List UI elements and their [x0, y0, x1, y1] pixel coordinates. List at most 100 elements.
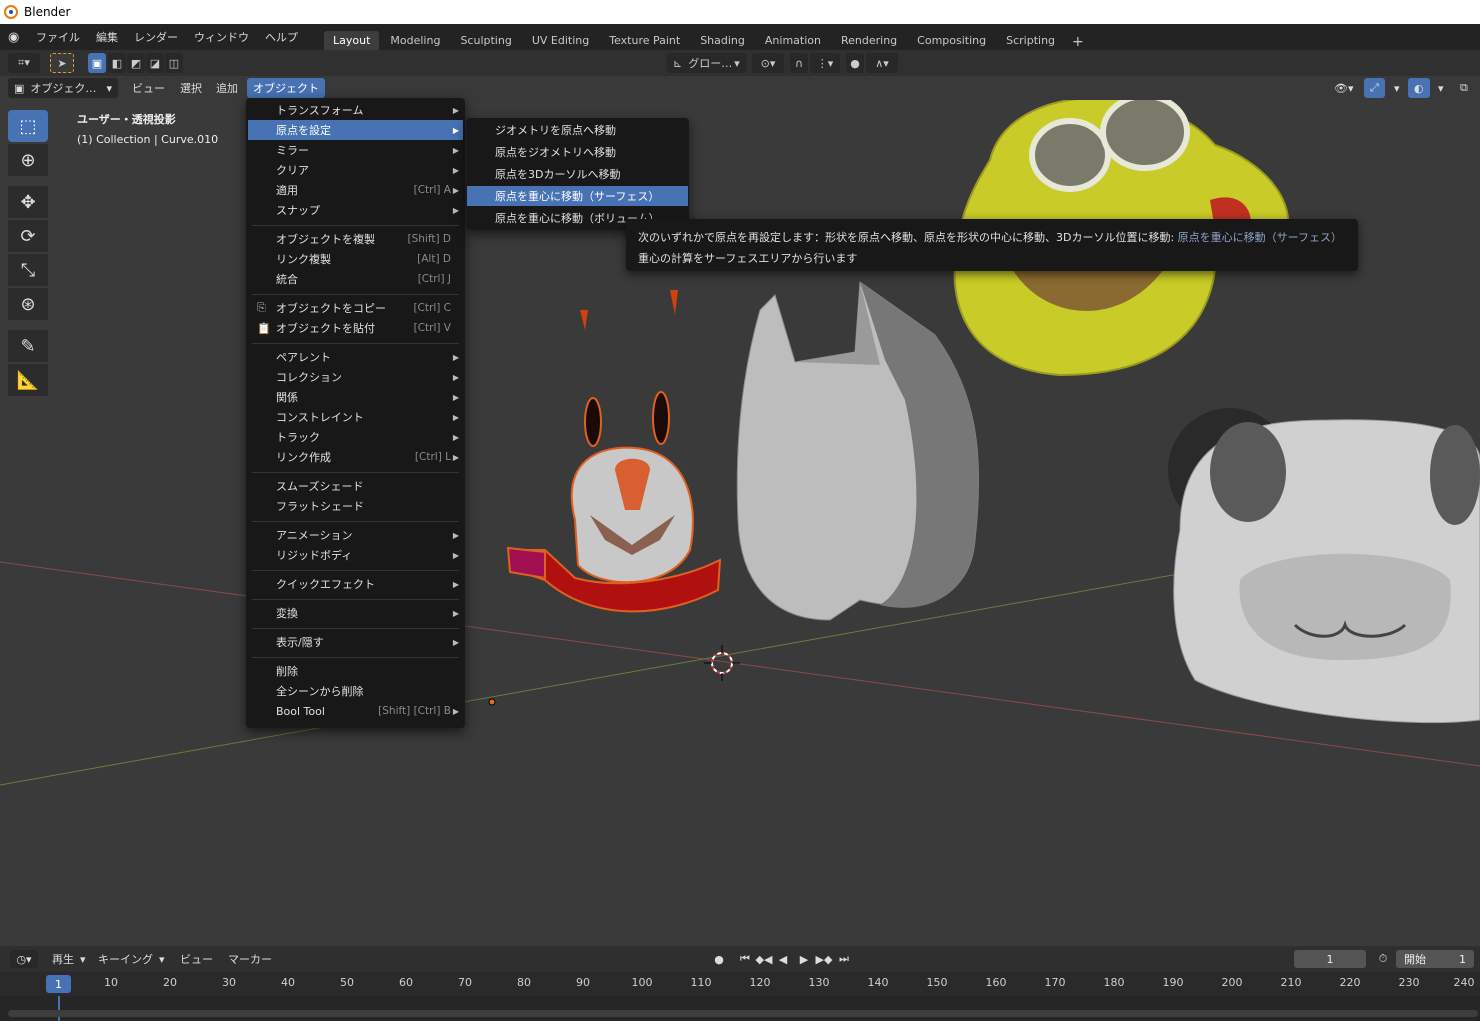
tool-move[interactable]: ✥ — [8, 186, 48, 218]
menu-item-animation[interactable]: アニメーション ▶ — [248, 525, 463, 545]
menu-item-mirror[interactable]: ミラー ▶ — [248, 140, 463, 160]
menu-item-delete[interactable]: 削除 — [248, 661, 463, 681]
menu-item-show-hide[interactable]: 表示/隠す ▶ — [248, 632, 463, 652]
snap-toggle[interactable]: ∩ — [790, 53, 808, 73]
timeline-scrollbar[interactable] — [8, 1010, 1478, 1017]
proportional-falloff-dropdown[interactable]: ∧▾ — [866, 53, 898, 73]
tab-compositing[interactable]: Compositing — [908, 31, 995, 50]
timeline-body[interactable] — [0, 996, 1480, 1021]
menu-item-join[interactable]: 統合 [Ctrl] J — [248, 269, 463, 289]
tab-shading[interactable]: Shading — [691, 31, 754, 50]
tool-scale[interactable]: ⤡ — [8, 254, 48, 286]
menu-keying[interactable]: キーイング ▾ — [92, 949, 171, 969]
menu-item-clear[interactable]: クリア ▶ — [248, 160, 463, 180]
menu-item-transform[interactable]: トランスフォーム ▶ — [248, 100, 463, 120]
tab-layout[interactable]: Layout — [324, 31, 380, 50]
tab-animation[interactable]: Animation — [756, 31, 830, 50]
pivot-point-dropdown[interactable]: ⊙▾ — [752, 53, 784, 73]
jump-end-button[interactable]: ⏭ — [835, 950, 853, 968]
select-mode-invert[interactable]: ◪ — [146, 53, 164, 73]
proportional-edit-toggle[interactable]: ● — [846, 53, 864, 73]
menu-window[interactable]: ウィンドウ — [186, 29, 257, 45]
menu-item-track[interactable]: トラック ▶ — [248, 427, 463, 447]
menu-view[interactable]: ビュー — [126, 78, 171, 98]
menu-add[interactable]: 追加 — [210, 78, 244, 98]
menu-timeline-view[interactable]: ビュー — [174, 949, 219, 969]
blender-menu-icon[interactable]: ◉ — [8, 30, 28, 45]
menu-item-apply[interactable]: 適用 [Ctrl] A ▶ — [248, 180, 463, 200]
menu-edit[interactable]: 編集 — [88, 29, 126, 45]
menu-select[interactable]: 選択 — [174, 78, 208, 98]
next-keyframe-button[interactable]: ▶◆ — [815, 950, 833, 968]
white-cat-object[interactable] — [736, 281, 980, 621]
select-mode-new[interactable]: ▣ — [88, 53, 106, 73]
tab-rendering[interactable]: Rendering — [832, 31, 906, 50]
tool-measure[interactable]: 📐 — [8, 364, 48, 396]
gizmo-toggle[interactable]: ⤢ — [1364, 78, 1385, 98]
rabbit-object[interactable] — [506, 290, 722, 613]
mode-dropdown[interactable]: ▣ オブジェク… ▾ — [8, 78, 118, 98]
menu-item-copy-objects[interactable]: ⎘ オブジェクトをコピー [Ctrl] C — [248, 298, 463, 318]
menu-item-delete-globally[interactable]: 全シーンから削除 — [248, 681, 463, 701]
menu-item-paste-objects[interactable]: 📋 オブジェクトを貼付 [Ctrl] V — [248, 318, 463, 338]
visibility-dropdown[interactable]: 👁▾ — [1328, 78, 1360, 98]
timeline-editor-type[interactable]: ◷▾ — [10, 950, 38, 968]
tab-sculpting[interactable]: Sculpting — [451, 31, 520, 50]
menu-object[interactable]: オブジェクト — [247, 78, 325, 98]
tool-cursor[interactable]: ⊕ — [8, 144, 48, 176]
jump-start-button[interactable]: ⏮ — [736, 950, 754, 968]
menu-item-shade-flat[interactable]: フラットシェード — [248, 496, 463, 516]
menu-item-convert[interactable]: 変換 ▶ — [248, 603, 463, 623]
tool-select-box[interactable]: ⬚ — [8, 110, 48, 142]
select-mode-subtract[interactable]: ◩ — [127, 53, 145, 73]
current-frame-field[interactable]: 1 — [1294, 950, 1366, 968]
play-reverse-button[interactable]: ◀ — [774, 950, 792, 968]
submenu-geometry-to-origin[interactable]: ジオメトリを原点へ移動 — [467, 120, 688, 140]
tab-uv-editing[interactable]: UV Editing — [523, 31, 598, 50]
select-mode-intersect[interactable]: ◫ — [165, 53, 183, 73]
menu-marker[interactable]: マーカー — [222, 949, 278, 969]
tab-scripting[interactable]: Scripting — [997, 31, 1064, 50]
menu-render[interactable]: レンダー — [126, 29, 186, 45]
menu-item-duplicate-linked[interactable]: リンク複製 [Alt] D — [248, 249, 463, 269]
prev-keyframe-button[interactable]: ◆◀ — [755, 950, 773, 968]
timeline-ruler[interactable]: 10 20 30 40 50 60 70 80 90 100 110 120 1… — [0, 972, 1480, 996]
snap-target-dropdown[interactable]: ⋮▾ — [810, 53, 840, 73]
menu-item-constraint[interactable]: コンストレイント ▶ — [248, 407, 463, 427]
record-button[interactable]: ● — [710, 950, 728, 968]
preview-range-toggle[interactable]: ⏱ — [1374, 950, 1392, 968]
menu-item-quick-effects[interactable]: クイックエフェクト ▶ — [248, 574, 463, 594]
playhead-marker[interactable]: 1 — [46, 975, 71, 993]
menu-file[interactable]: ファイル — [28, 29, 88, 45]
transform-orientation-dropdown[interactable]: ⊾ グロー… ▾ — [667, 53, 747, 73]
tab-modeling[interactable]: Modeling — [381, 31, 449, 50]
menu-item-bool-tool[interactable]: Bool Tool [Shift] [Ctrl] B ▶ — [248, 701, 463, 721]
menu-item-duplicate[interactable]: オブジェクトを複製 [Shift] D — [248, 229, 463, 249]
select-tool-button[interactable]: ➤ — [50, 53, 74, 73]
start-frame-field[interactable]: 開始 1 — [1396, 950, 1474, 968]
menu-item-parent[interactable]: ペアレント ▶ — [248, 347, 463, 367]
play-button[interactable]: ▶ — [795, 950, 813, 968]
xray-toggle[interactable]: ⧉ — [1454, 78, 1474, 98]
menu-item-rigid-body[interactable]: リジッドボディ ▶ — [248, 545, 463, 565]
menu-help[interactable]: ヘルプ — [257, 29, 306, 45]
tool-rotate[interactable]: ⟳ — [8, 220, 48, 252]
add-workspace-button[interactable]: + — [1066, 34, 1090, 50]
menu-item-shade-smooth[interactable]: スムーズシェード — [248, 476, 463, 496]
tab-texture-paint[interactable]: Texture Paint — [600, 31, 689, 50]
menu-item-snap[interactable]: スナップ ▶ — [248, 200, 463, 220]
menu-item-set-origin[interactable]: 原点を設定 ▶ — [248, 120, 463, 140]
menu-item-collection[interactable]: コレクション ▶ — [248, 367, 463, 387]
menu-item-make-links[interactable]: リンク作成 [Ctrl] L ▶ — [248, 447, 463, 467]
3d-cursor[interactable] — [704, 645, 740, 681]
menu-item-relations[interactable]: 関係 ▶ — [248, 387, 463, 407]
submenu-origin-to-3d-cursor[interactable]: 原点を3Dカーソルへ移動 — [467, 164, 688, 184]
gizmo-dropdown[interactable]: ▾ — [1388, 78, 1406, 98]
menu-playback[interactable]: 再生 ▾ — [46, 949, 92, 969]
editor-type-button[interactable]: ⌗▾ — [8, 53, 40, 73]
tool-annotate[interactable]: ✎ — [8, 330, 48, 362]
overlay-toggle[interactable]: ◐ — [1408, 78, 1430, 98]
tool-transform[interactable]: ⊛ — [8, 288, 48, 320]
submenu-origin-to-center-of-mass-surface[interactable]: 原点を重心に移動（サーフェス） — [467, 186, 688, 206]
select-mode-extend[interactable]: ◧ — [108, 53, 126, 73]
